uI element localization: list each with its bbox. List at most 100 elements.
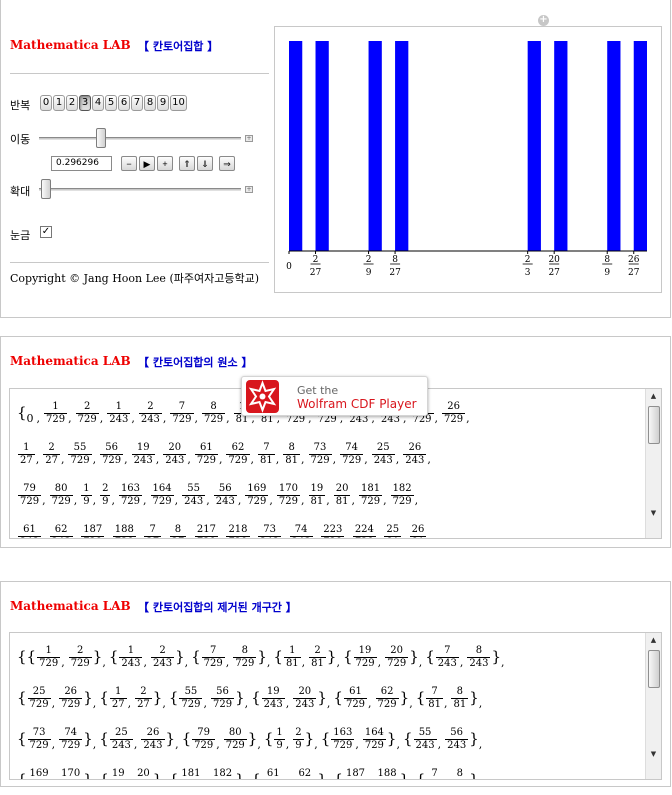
panel-subtitle: 【 칸토어집합의 제거된 개구간 】 [138,601,297,614]
separator: , [203,697,207,710]
increment-button[interactable]: + [157,156,173,171]
repeat-option-9[interactable]: 9 [157,95,169,111]
separator: , [143,656,147,669]
pair-close-brace: } [469,729,479,748]
pair-close-brace: } [247,729,258,748]
scroll-thumb[interactable] [648,650,660,688]
svg-text:8: 8 [604,255,610,265]
separator: , [459,656,464,669]
element-fraction: 163 729 [118,482,143,507]
interval-start-fraction: 1 27 [109,685,127,710]
element-fraction: 218729 [226,524,250,538]
element-fraction: 2681 [409,524,427,538]
intervals-output-box[interactable]: {{1 729, 2 729},{1 243, 2 243},{7 729, 8 729},{1 8… [9,632,662,780]
repeat-option-2[interactable]: 2 [66,95,78,111]
cdf-get-text: Get the [297,384,339,397]
repeat-option-0[interactable]: 0 [40,95,52,111]
repeat-option-7[interactable]: 7 [131,95,143,111]
interval-end-fraction: 29 [293,726,304,751]
pair-close-brace: } [83,688,93,707]
element-fraction: 8 729 [202,400,226,425]
pair-open-brace: { [26,647,37,666]
interval-end-fraction: 56 243 [445,726,469,751]
x-tick-label-0: 0 [286,262,292,272]
separator: , [326,697,331,710]
repeat-option-5[interactable]: 5 [105,95,117,111]
interval-end-fraction: 26 243 [141,726,165,751]
interval-end-fraction: 8 81 [451,685,469,710]
faster-button[interactable]: ⇑ [179,156,195,171]
repeat-option-1[interactable]: 1 [53,95,65,111]
separator: , [187,535,191,538]
move-slider-expand-icon[interactable]: + [245,135,253,142]
svg-text:2: 2 [525,255,531,265]
cdf-player-badge[interactable]: Get the Wolfram CDF Player [241,376,428,416]
zoom-slider-thumb[interactable] [41,179,51,199]
play-button[interactable]: ▶ [139,156,155,171]
vertical-scrollbar[interactable]: ▲ ▼ [645,633,661,779]
expand-plus-icon[interactable]: + [538,15,549,26]
svg-text:27: 27 [548,268,560,278]
move-slider-track[interactable] [39,137,241,140]
separator: , [245,779,249,780]
pair-close-brace: } [409,647,419,666]
separator: , [128,779,132,780]
separator: , [175,738,179,751]
repeat-option-8[interactable]: 8 [144,95,156,111]
slower-button[interactable]: ⇓ [197,156,213,171]
interval-start-fraction: 25 729 [27,685,51,710]
separator: , [345,535,349,538]
scroll-down-icon[interactable]: ▼ [649,509,658,518]
decrement-button[interactable]: − [121,156,137,171]
cantor-bar-2 [368,41,382,251]
interval-start-fraction: 7 729 [201,644,225,669]
element-fraction: 20 243 [163,441,187,466]
pair-close-brace: } [469,770,479,780]
repeat-option-6[interactable]: 6 [118,95,130,111]
pair-close-brace: } [83,770,93,780]
separator: , [301,453,305,466]
element-fraction: 29 [100,482,111,507]
separator: , [377,535,381,538]
repeat-option-10[interactable]: 10 [170,95,187,111]
pair-open-brace: { [17,729,27,748]
scroll-thumb[interactable] [648,406,660,444]
grid-checkbox[interactable]: ✓ [40,226,52,238]
scroll-up-icon[interactable]: ▲ [649,392,658,401]
move-value-field[interactable]: 0.296296 [51,156,112,171]
separator: , [437,738,442,751]
cantor-bar-4 [527,41,541,251]
separator: , [92,494,97,507]
zoom-slider-track[interactable] [39,188,241,191]
intervals-list: {{1 729, 2 729},{1 243, 2 243},{7 729, 8 729},{1 8… [17,639,642,780]
cantor-bar-3 [395,41,409,251]
separator: , [60,453,65,466]
grid-label: 눈금 [10,229,31,242]
interval-end-fraction: 80 729 [223,726,247,751]
separator: , [225,656,230,669]
pair-open-brace: { [99,770,109,780]
move-slider-thumb[interactable] [96,128,106,148]
scroll-down-icon[interactable]: ▼ [649,750,658,759]
separator: , [237,494,242,507]
vertical-scrollbar[interactable]: ▲ ▼ [645,389,661,538]
separator: , [377,656,382,669]
direction-button[interactable]: ⇒ [219,156,235,171]
zoom-slider-expand-icon[interactable]: + [245,186,253,193]
repeat-option-4[interactable]: 4 [92,95,104,111]
pair-open-brace: { [333,770,343,780]
cantor-bar-5 [554,41,568,251]
interval-start-fraction: 61243 [262,768,285,780]
panel-subtitle: 【 칸토어집합 】 [138,40,219,53]
element-fraction: 74 729 [340,441,364,466]
element-fraction: 169 729 [245,482,269,507]
separator: , [314,738,318,751]
scroll-up-icon[interactable]: ▲ [649,636,658,645]
element-fraction: 217729 [194,524,218,538]
interval-end-fraction: 26 729 [59,685,83,710]
separator: , [51,738,56,751]
interval-start-fraction: 79 729 [192,726,216,751]
pair-open-brace: { [415,688,426,707]
pair-close-brace: } [304,729,315,748]
repeat-option-3[interactable]: 3 [79,95,91,111]
